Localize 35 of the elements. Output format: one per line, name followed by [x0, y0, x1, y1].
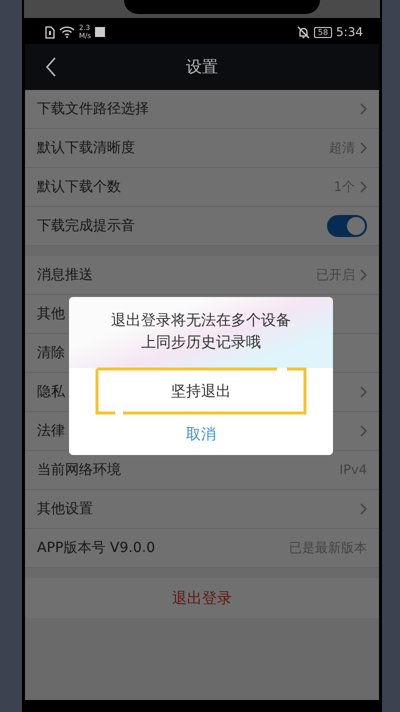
row-label: 消息推送 [37, 266, 93, 284]
chevron-right-icon [360, 269, 367, 281]
chevron-right-icon [360, 181, 367, 193]
back-icon[interactable] [45, 57, 57, 77]
logout-button[interactable]: 退出登录 [164, 584, 240, 612]
row-label: 其他 [37, 305, 65, 323]
settings-row[interactable]: 其他设置 [25, 490, 379, 529]
toggle-switch[interactable] [327, 215, 367, 237]
status-time: 5:34 [336, 25, 363, 39]
chevron-right-icon [360, 386, 367, 398]
row-label: 隐私 [37, 383, 65, 401]
row-label: 下载完成提示音 [37, 217, 135, 235]
row-label: 其他设置 [37, 500, 93, 518]
cancel-button[interactable]: 取消 [176, 423, 226, 446]
chevron-right-icon [360, 103, 367, 115]
row-label: APP版本号 V9.0.0 [37, 539, 156, 557]
confirm-button[interactable]: 坚持退出 [157, 376, 245, 406]
row-label: 下载文件路径选择 [37, 100, 149, 118]
row-label: 清除 [37, 344, 65, 362]
chevron-right-icon [360, 425, 367, 437]
dialog-message: 退出登录将无法在多个设备上同步历史记录哦 [111, 310, 291, 353]
chevron-right-icon [360, 503, 367, 515]
settings-row[interactable]: 下载文件路径选择 [25, 90, 379, 129]
row-label: 默认下载清晰度 [37, 139, 135, 157]
row-label: 法律 [37, 422, 65, 440]
muted-bell-icon [296, 26, 310, 38]
square-icon [95, 27, 106, 37]
battery-level: 58 [314, 26, 332, 38]
wifi-icon [59, 26, 75, 38]
row-label: 当前网络环境 [37, 461, 121, 479]
page-title: 设置 [186, 56, 218, 78]
row-label: 默认下载个数 [37, 178, 121, 196]
sim-card-icon [45, 26, 55, 38]
chevron-right-icon [360, 142, 367, 154]
settings-row[interactable]: 下载完成提示音 [25, 207, 379, 246]
